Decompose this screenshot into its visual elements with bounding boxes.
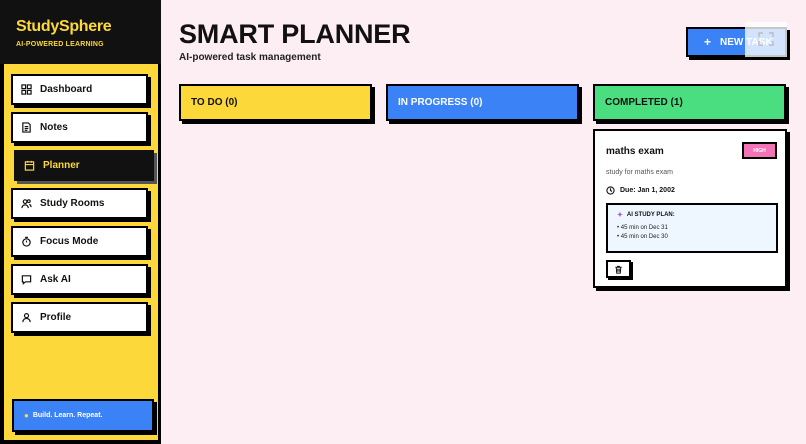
plan-item: • 45 min on Dec 31 [617,225,668,231]
plus-icon: + [704,35,712,49]
task-description: study for maths exam [606,169,673,176]
plan-list: • 45 min on Dec 31 • 45 min on Dec 30 [617,225,776,240]
calendar-icon [24,160,35,171]
sparkle-icon: ✦ [617,212,623,219]
sidebar-item-focus-mode[interactable]: Focus Mode [11,226,148,257]
timer-icon [22,236,31,247]
sidebar-item-label: Planner [43,160,80,171]
sidebar-item-label: Focus Mode [40,236,99,247]
sidebar-item-label: Ask AI [40,274,71,285]
motto-text: Build. Learn. Repeat. [32,412,103,419]
grid-icon [21,84,32,95]
sidebar-item-ask-ai[interactable]: Ask AI [11,264,148,295]
sidebar-panel: Dashboard Notes Planner Study Rooms Focu… [4,64,158,440]
sidebar-item-notes[interactable]: Notes [11,112,148,143]
task-title: maths exam [606,146,664,157]
sidebar-item-label: Study Rooms [40,198,105,209]
sidebar-item-planner[interactable]: Planner [14,150,154,181]
plan-item: • 45 min on Dec 30 [617,234,668,240]
sidebar-item-label: Dashboard [40,84,93,95]
due-text: Due: Jan 1, 2002 [620,187,675,194]
plan-title-text: AI STUDY PLAN: [626,212,675,218]
motto-banner: ● Build. Learn. Repeat. [12,399,154,432]
brand: StudySphere AI-POWERED LEARNING [0,0,161,64]
users-icon [21,199,32,209]
column-todo-header: TO DO (0) [179,84,372,121]
priority-badge: HIGH [742,142,777,159]
column-in-progress-header: IN PROGRESS (0) [386,84,579,121]
sidebar-item-dashboard[interactable]: Dashboard [11,74,148,105]
sidebar: StudySphere AI-POWERED LEARNING Dashboar… [0,0,161,444]
file-text-icon [22,122,31,133]
column-completed-header: COMPLETED (1) [593,84,786,121]
brand-tagline: AI-POWERED LEARNING [16,41,104,48]
page-title: SMART PLANNER [179,19,411,49]
sidebar-item-label: Notes [40,122,68,133]
user-icon [22,313,31,323]
pin-icon: ● [24,411,29,420]
brand-name: StudySphere [16,18,112,35]
expand-icon [758,32,774,46]
task-due-date: Due: Jan 1, 2002 [606,186,675,195]
delete-task-button[interactable] [606,260,631,278]
clock-icon [606,186,615,195]
fullscreen-overlay[interactable] [745,22,787,57]
task-card[interactable]: maths exam HIGH study for maths exam Due… [593,129,787,288]
ai-study-plan: ✦ AI STUDY PLAN: • 45 min on Dec 31 • 45… [606,203,778,253]
sidebar-item-label: Profile [40,312,72,323]
chat-icon [21,275,32,285]
sidebar-item-profile[interactable]: Profile [11,302,148,333]
trash-icon [615,265,622,274]
page-subtitle: AI-powered task management [179,52,321,63]
sidebar-item-study-rooms[interactable]: Study Rooms [11,188,148,219]
plan-title: ✦ AI STUDY PLAN: [617,211,776,219]
